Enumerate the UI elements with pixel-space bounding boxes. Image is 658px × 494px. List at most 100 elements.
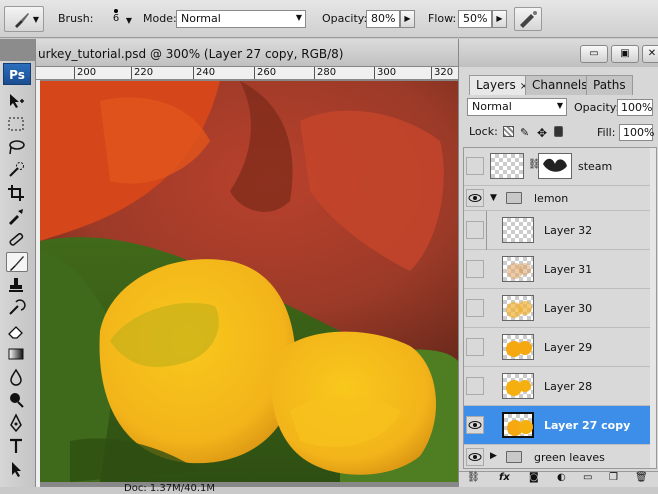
thumb-art [507, 420, 533, 436]
trash-icon[interactable]: 🗑 [635, 472, 648, 483]
thumb-art [506, 380, 531, 396]
flow-input[interactable]: 50% [458, 10, 492, 28]
airbrush-toggle[interactable] [514, 7, 542, 31]
layer-thumbnail [502, 217, 534, 243]
layers-bottom-bar: ⛓ fx ◙ ◐ ▭ ❐ 🗑 [459, 471, 658, 487]
visibility-toggle[interactable] [466, 377, 484, 395]
layer-row[interactable]: Layer 32 [464, 211, 656, 250]
mode-select[interactable]: Normal ▼ [176, 10, 306, 28]
group-row-lemon[interactable]: ▼ lemon [464, 186, 656, 211]
layer-thumbnail [502, 373, 534, 399]
tab-paths[interactable]: Paths [586, 75, 633, 95]
layer-mask-thumbnail[interactable] [538, 153, 572, 179]
pen-tool[interactable] [6, 413, 28, 433]
photoshop-logo[interactable]: Ps [3, 63, 31, 85]
layer-row[interactable]: Layer 29 [464, 328, 656, 367]
lock-position-icon[interactable]: ✥ [537, 126, 548, 140]
layer-row[interactable]: Layer 30 [464, 289, 656, 328]
layer-thumbnail [502, 295, 534, 321]
layer-thumbnail [502, 412, 534, 438]
new-layer-icon[interactable]: ❐ [609, 472, 618, 483]
lock-transparent-icon[interactable] [503, 125, 514, 137]
visibility-toggle[interactable] [466, 260, 484, 278]
brush-picker[interactable]: 6 ▼ [98, 6, 134, 34]
clone-stamp-tool[interactable] [6, 275, 28, 295]
add-mask-icon[interactable]: ◙ [529, 472, 539, 483]
group-name: green leaves [534, 451, 605, 464]
layer-row[interactable]: Layer 31 [464, 250, 656, 289]
marquee-tool[interactable] [6, 114, 28, 134]
lock-all-icon[interactable] [554, 125, 563, 137]
canvas[interactable] [40, 81, 458, 482]
document-titlebar[interactable]: urkey_tutorial.psd @ 300% (Layer 27 copy… [36, 39, 458, 67]
tab-channels[interactable]: Channels [525, 75, 595, 95]
chevron-down-icon: ▼ [295, 13, 302, 22]
brush-size: 6 [112, 13, 120, 24]
gradient-tool[interactable] [6, 344, 28, 364]
ruler-tick: 320 [431, 67, 453, 79]
layer-thumbnail [502, 256, 534, 282]
toolbox-grip[interactable] [0, 39, 35, 61]
dodge-icon [10, 393, 24, 408]
document-window: urkey_tutorial.psd @ 300% (Layer 27 copy… [36, 39, 458, 494]
move-tool[interactable] [6, 91, 28, 111]
brush-tool[interactable] [6, 252, 28, 272]
expand-triangle-icon[interactable]: ▼ [490, 193, 497, 203]
minimize-button[interactable]: ▭ [580, 45, 608, 63]
flow-slider-button[interactable]: ▶ [492, 10, 507, 28]
group-row-green-leaves[interactable]: ▶ green leaves [464, 445, 656, 468]
visibility-toggle[interactable] [466, 338, 484, 356]
eraser-tool[interactable] [6, 321, 28, 341]
airbrush-icon [520, 11, 537, 28]
layer-style-icon[interactable]: fx [499, 472, 510, 483]
tab-paths-label: Paths [593, 78, 626, 92]
layer-opacity-value: 100% [621, 101, 653, 114]
opacity-slider-button[interactable]: ▶ [400, 10, 415, 28]
history-brush-tool[interactable] [6, 298, 28, 318]
crop-tool[interactable] [6, 183, 28, 203]
eyedropper-tool[interactable] [6, 206, 28, 226]
layer-name: steam [578, 160, 613, 173]
folder-icon [506, 451, 522, 463]
fill-input[interactable]: 100% [619, 124, 654, 141]
ruler-tick: 240 [193, 67, 215, 79]
adjustment-layer-icon[interactable]: ◐ [557, 472, 566, 483]
visibility-toggle[interactable] [466, 299, 484, 317]
blur-tool[interactable] [6, 367, 28, 387]
layer-name: Layer 32 [544, 224, 593, 237]
path-selection-tool[interactable] [6, 459, 28, 479]
lock-image-icon[interactable]: ✎ [520, 126, 531, 139]
toolbox: Ps [0, 39, 36, 487]
close-window-button[interactable]: ✕ [642, 45, 658, 63]
dodge-tool[interactable] [6, 390, 28, 410]
maximize-button[interactable]: ▣ [611, 45, 639, 63]
tab-channels-label: Channels [532, 78, 588, 92]
layers-scrollbar[interactable] [650, 148, 656, 468]
layer-row[interactable]: Layer 28 [464, 367, 656, 406]
visibility-toggle[interactable] [466, 416, 484, 434]
visibility-toggle[interactable] [466, 189, 484, 207]
layer-row-selected[interactable]: Layer 27 copy [464, 406, 656, 445]
opacity-input[interactable]: 80% [366, 10, 400, 28]
thumb-art [506, 341, 532, 357]
lasso-tool[interactable] [6, 137, 28, 157]
healing-brush-tool[interactable] [6, 229, 28, 249]
layer-row-steam[interactable]: ⛓ steam [464, 148, 656, 186]
doc-size-info[interactable]: Doc: 1.37M/40.1M [124, 483, 215, 494]
quick-select-tool[interactable] [6, 160, 28, 180]
chevron-down-icon: ▼ [556, 101, 563, 110]
link-layers-icon[interactable]: ⛓ [467, 472, 480, 483]
blend-mode-select[interactable]: Normal ▼ [467, 98, 567, 116]
horizontal-ruler[interactable]: 200 220 240 260 280 300 320 [36, 67, 458, 80]
visibility-toggle[interactable] [466, 157, 484, 175]
visibility-toggle[interactable] [466, 221, 484, 239]
layers-panel: ▭ ▣ ✕ Layers × Channels Paths Normal ▼ Op… [458, 39, 658, 487]
type-tool[interactable] [6, 436, 28, 456]
layer-opacity-input[interactable]: 100% [617, 99, 653, 116]
new-group-icon[interactable]: ▭ [583, 472, 592, 483]
tool-preset-picker[interactable]: ▼ [4, 6, 44, 32]
expand-triangle-icon[interactable]: ▶ [490, 451, 497, 461]
visibility-toggle[interactable] [466, 448, 484, 466]
thumb-art [507, 263, 531, 279]
flow-label: Flow: [428, 12, 457, 25]
